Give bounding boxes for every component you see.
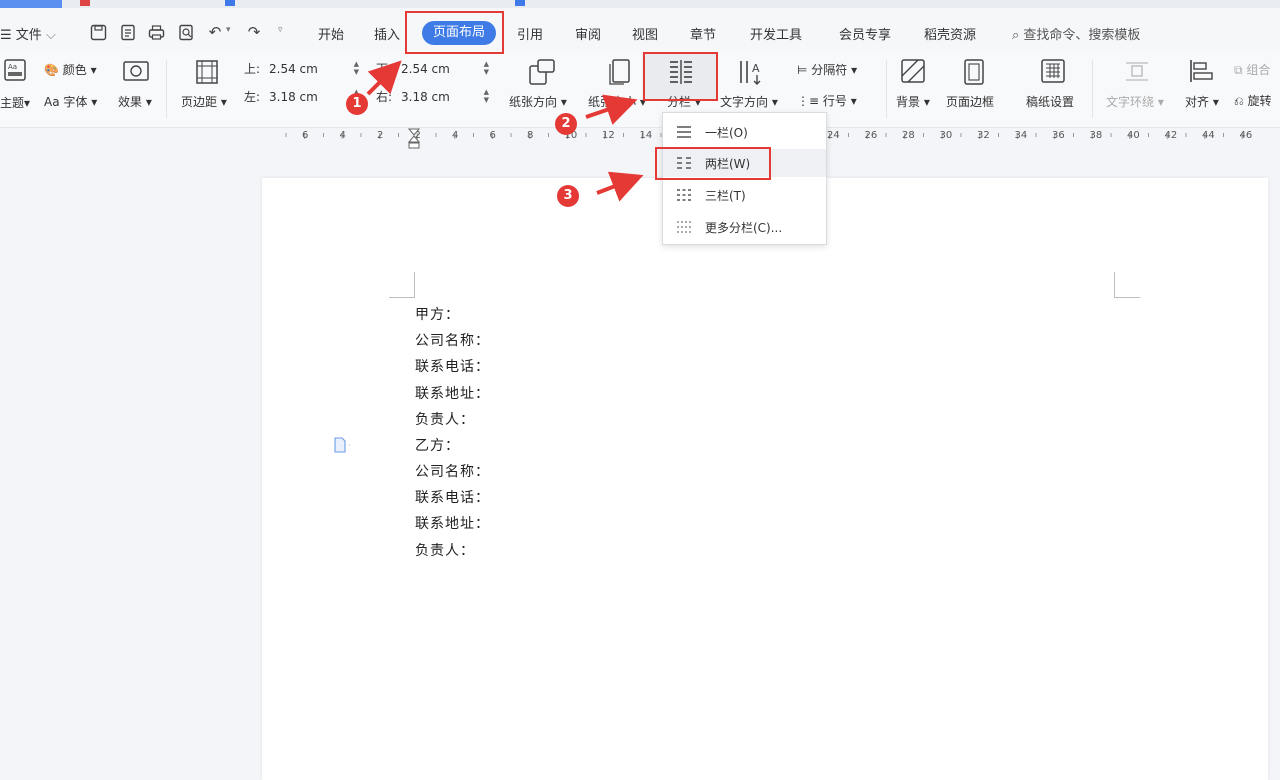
annotation-arrows [366, 60, 644, 202]
arrow-to-page-layout-tab [366, 60, 402, 96]
step-badge-3: 3 [557, 185, 579, 207]
step-badge-2: 2 [555, 113, 577, 135]
step-badge-1: 1 [346, 93, 368, 115]
arrow-to-columns-button [585, 94, 638, 125]
arrow-to-two-columns [596, 171, 644, 202]
